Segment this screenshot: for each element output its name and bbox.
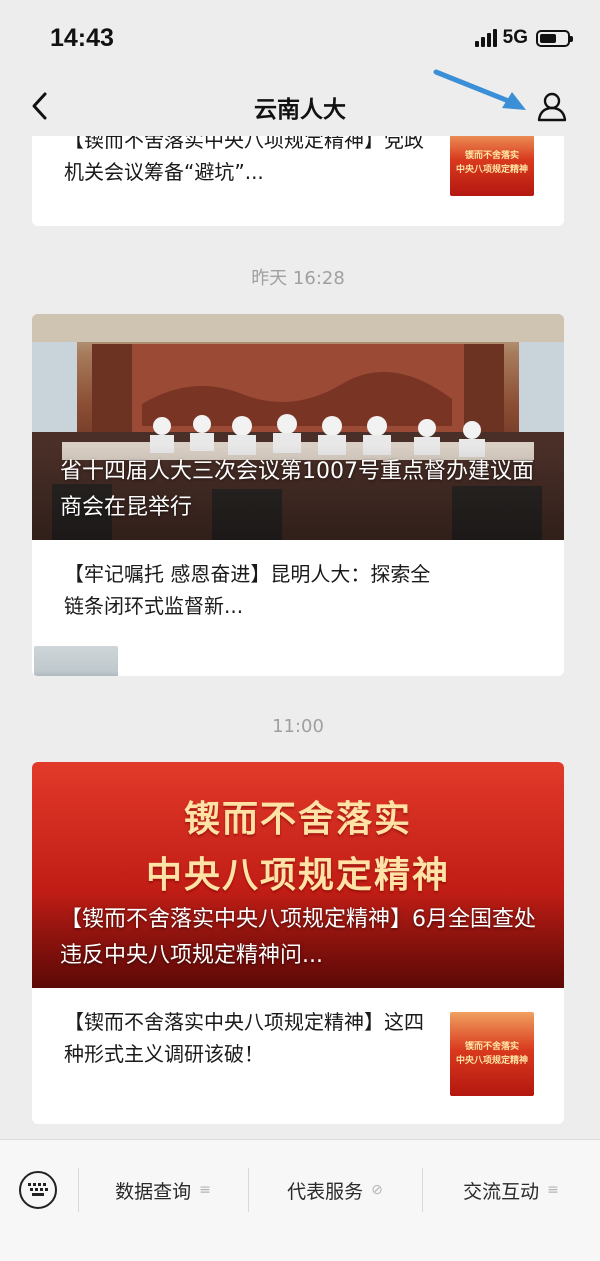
battery-icon bbox=[536, 29, 573, 47]
article-card[interactable]: 【锲而不舍落实中央八项规定精神】党政机关会议筹备“避坑”... 锲而不舍落实 中… bbox=[32, 136, 564, 226]
list-item[interactable]: 【牢记嘱托 感恩奋进】昆明人大：探索全链条闭环式监督新... bbox=[32, 540, 564, 676]
article-title: 【锲而不舍落实中央八项规定精神】这四种形式主义调研该破！ bbox=[64, 1010, 424, 1066]
menu-list-icon: ≡ bbox=[547, 1182, 559, 1198]
thumb-text: 中央八项规定精神 bbox=[456, 1055, 528, 1066]
thumb-text: 锲而不舍落实 bbox=[465, 150, 519, 161]
network-type: 5G bbox=[502, 27, 528, 48]
article-thumbnail: 锲而不舍落实 中央八项规定精神 bbox=[450, 1012, 534, 1096]
timestamp: 昨天 16:28 bbox=[251, 268, 345, 289]
article-card: 省十四届人大三次会议第1007号重点督办建议面商会在昆举行 【牢记嘱托 感恩奋进… bbox=[32, 314, 564, 676]
timestamp: 11:00 bbox=[272, 716, 324, 737]
menu-item-label: 交流互动 bbox=[463, 1180, 540, 1203]
signal-icon bbox=[474, 29, 497, 47]
thumb-text: 锲而不舍落实 bbox=[465, 1041, 519, 1052]
status-icons: 5G bbox=[474, 27, 573, 49]
list-item[interactable]: 【锲而不舍落实中央八项规定精神】党政机关会议筹备“避坑”... 锲而不舍落实 中… bbox=[32, 136, 564, 226]
menu-item-label: 代表服务 bbox=[287, 1180, 364, 1203]
thumb-text: 中央八项规定精神 bbox=[456, 164, 528, 175]
profile-button[interactable] bbox=[534, 88, 570, 124]
arrow-annotation-icon bbox=[433, 69, 526, 110]
hero-caption: 【锲而不舍落实中央八项规定精神】6月全国查处违反中央八项规定精神问... bbox=[60, 907, 536, 968]
battery-level bbox=[540, 33, 556, 43]
hero-article[interactable]: 锲而不舍落实 中央八项规定精神 【锲而不舍落实中央八项规定精神】6月全国查处违反… bbox=[32, 762, 564, 988]
article-title: 【牢记嘱托 感恩奋进】昆明人大：探索全链条闭环式监督新... bbox=[64, 562, 431, 618]
hero-headline: 锲而不舍落实 bbox=[183, 799, 412, 840]
status-time: 14:43 bbox=[50, 24, 114, 52]
bottom-menu: 数据查询 ≡ 代表服务 ⊘ 交流互动 ≡ bbox=[0, 1139, 600, 1261]
menu-link-icon: ⊘ bbox=[371, 1182, 383, 1198]
person-icon bbox=[537, 92, 567, 122]
hero-headline: 中央八项规定精神 bbox=[145, 855, 450, 896]
keyboard-icon bbox=[28, 1183, 48, 1196]
menu-item-label: 数据查询 bbox=[115, 1180, 192, 1203]
article-thumbnail: 锲而不舍落实 中央八项规定精神 bbox=[450, 136, 534, 196]
list-item[interactable]: 【锲而不舍落实中央八项规定精神】这四种形式主义调研该破！ 锲而不舍落实 中央八项… bbox=[32, 988, 564, 1124]
menu-item-data-query[interactable]: 数据查询 ≡ bbox=[78, 1166, 248, 1214]
hero-caption: 省十四届人大三次会议第1007号重点督办建议面商会在昆举行 bbox=[60, 459, 534, 520]
menu-list-icon: ≡ bbox=[199, 1182, 211, 1198]
article-card: 锲而不舍落实 中央八项规定精神 【锲而不舍落实中央八项规定精神】6月全国查处违反… bbox=[32, 762, 564, 1124]
status-bar: 14:43 5G bbox=[0, 0, 600, 78]
hero-article[interactable]: 省十四届人大三次会议第1007号重点督办建议面商会在昆举行 bbox=[32, 314, 564, 540]
keyboard-toggle-button[interactable] bbox=[19, 1171, 57, 1209]
article-title: 【锲而不舍落实中央八项规定精神】党政机关会议筹备“避坑”... bbox=[64, 136, 424, 184]
menu-item-deputy-service[interactable]: 代表服务 ⊘ bbox=[248, 1166, 422, 1214]
menu-item-exchange[interactable]: 交流互动 ≡ bbox=[422, 1166, 600, 1214]
article-thumbnail bbox=[34, 646, 118, 676]
